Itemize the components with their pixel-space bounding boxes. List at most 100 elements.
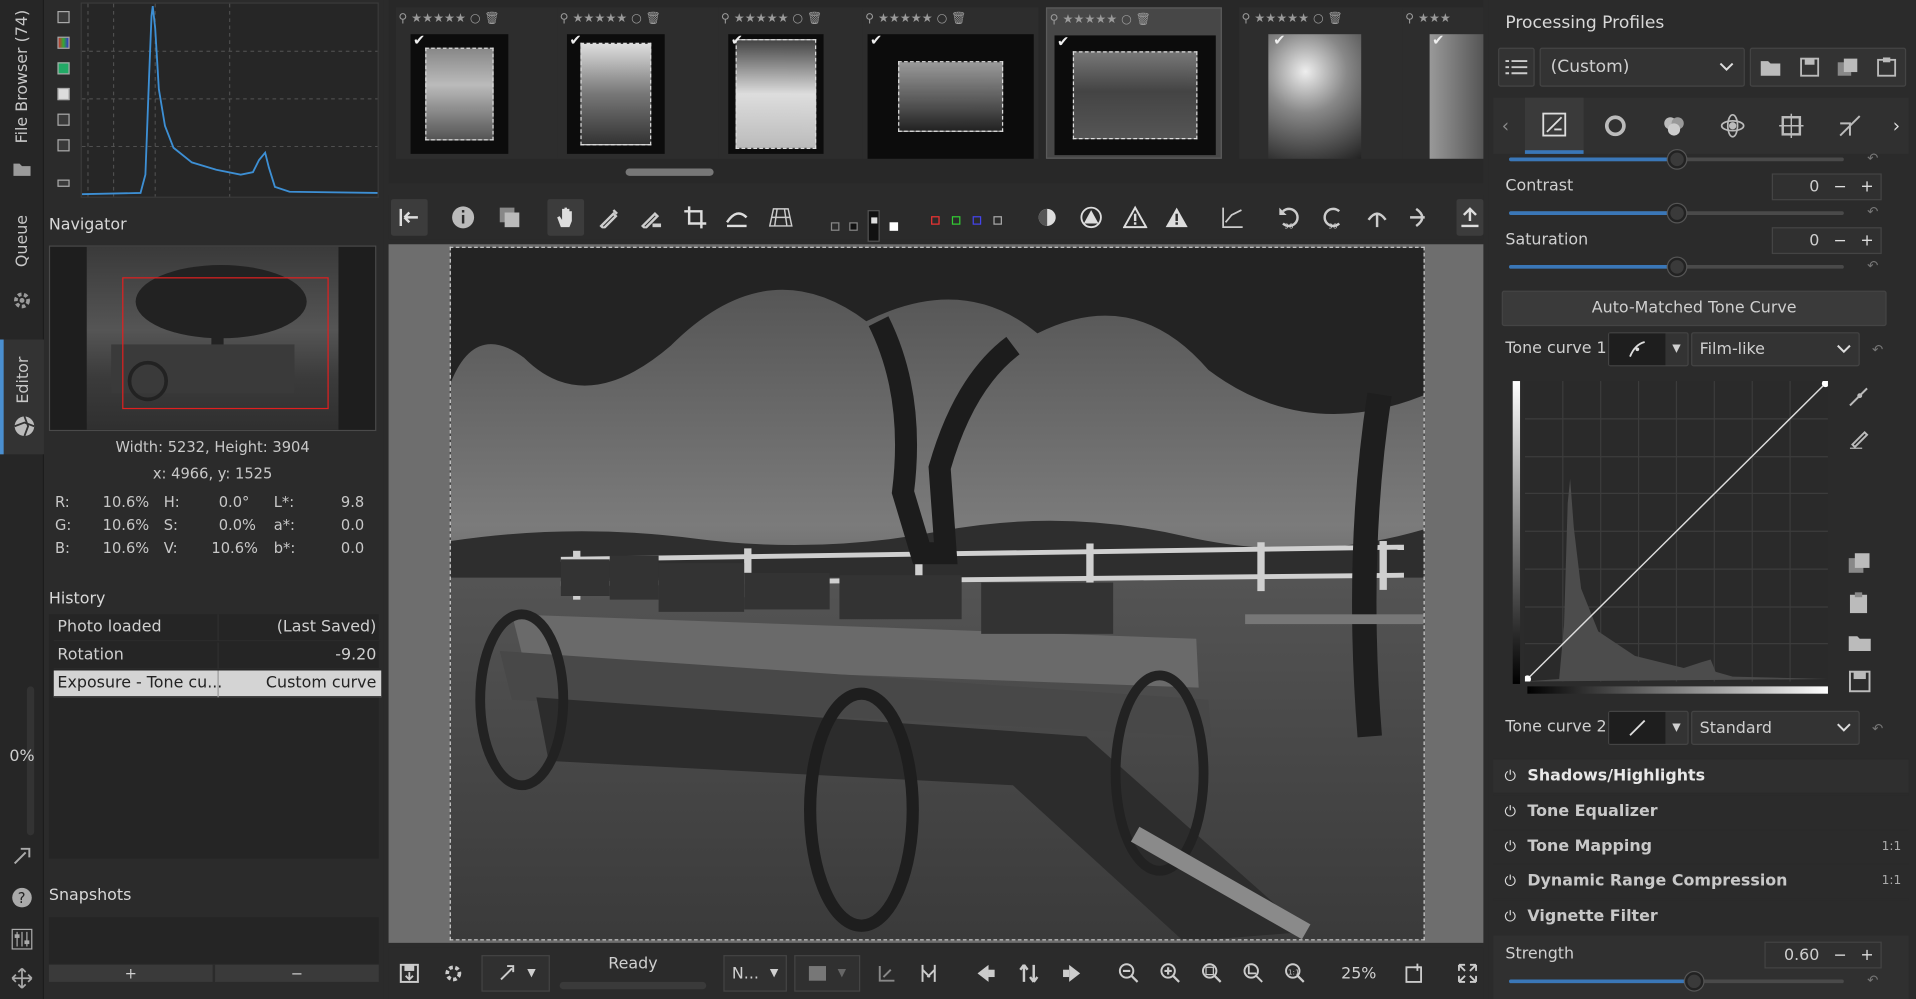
paste-profile-icon[interactable] bbox=[1876, 57, 1897, 77]
tab-advanced[interactable] bbox=[1703, 98, 1762, 154]
strength-decrement[interactable]: − bbox=[1827, 946, 1854, 964]
tabs-next-icon[interactable]: › bbox=[1884, 98, 1908, 154]
contrast-reset-icon[interactable]: ↶ bbox=[1867, 204, 1878, 220]
snapshot-add-button[interactable]: + bbox=[48, 964, 213, 982]
tool-tone-equalizer[interactable]: ⏻ Tone Equalizer bbox=[1493, 793, 1909, 828]
tone-curve-editor[interactable] bbox=[1524, 381, 1828, 682]
hide-right-panel-icon[interactable] bbox=[1456, 199, 1484, 236]
rating-stars[interactable]: ⚲ ★★★★★ ○ 🗑 bbox=[865, 10, 1036, 27]
snapshot-remove-button[interactable]: − bbox=[215, 964, 379, 982]
fullscreen-icon[interactable] bbox=[1452, 955, 1484, 992]
perspective-icon[interactable] bbox=[762, 199, 799, 236]
profile-select[interactable]: (Custom) bbox=[1539, 47, 1745, 87]
tool-dynamic-range-compression[interactable]: ⏻ Dynamic Range Compression 1:1 bbox=[1493, 863, 1909, 897]
reset-icon[interactable]: ↶ bbox=[1867, 150, 1878, 166]
sync-filmstrip-icon[interactable] bbox=[1012, 955, 1046, 992]
thumbnail[interactable]: ⚲ ★★★★★ ○ 🗑 ✔ bbox=[395, 7, 572, 159]
hand-icon[interactable] bbox=[547, 199, 585, 236]
saturation-spinbox[interactable]: 0− + bbox=[1771, 227, 1882, 255]
previous-image-icon[interactable] bbox=[968, 955, 1002, 992]
white-balance-picker-icon[interactable] bbox=[633, 199, 670, 236]
history-row[interactable]: Rotation -9.20 bbox=[53, 642, 382, 670]
external-editor-button[interactable]: ▼ bbox=[481, 955, 550, 992]
thumbnail[interactable]: ⚲ ★★★★★ ○ 🗑 ✔ bbox=[1239, 7, 1415, 159]
navigator-preview[interactable] bbox=[48, 245, 377, 432]
filter-select[interactable]: N... ▼ bbox=[723, 955, 787, 992]
rating-stars[interactable]: ⚲ ★★★ bbox=[1405, 10, 1481, 27]
navigator-viewport[interactable] bbox=[122, 277, 329, 410]
tab-transform[interactable] bbox=[1762, 98, 1821, 154]
help-icon[interactable]: ? bbox=[0, 882, 44, 914]
histogram-scale-toggle[interactable] bbox=[54, 173, 74, 193]
curve-paste-icon[interactable] bbox=[1848, 591, 1872, 615]
contrast-increment[interactable]: + bbox=[1854, 178, 1881, 196]
tone-curve-2-reset-icon[interactable]: ↶ bbox=[1872, 721, 1883, 737]
straighten-icon[interactable] bbox=[718, 199, 755, 236]
power-icon[interactable]: ⏻ bbox=[1493, 872, 1527, 890]
curve-picker-icon[interactable] bbox=[1848, 425, 1872, 449]
tab-editor[interactable]: Editor bbox=[0, 339, 44, 455]
new-window-icon[interactable] bbox=[0, 840, 44, 872]
sync-icon[interactable] bbox=[870, 955, 904, 992]
clipped-warning-icon[interactable] bbox=[1158, 199, 1195, 236]
strength-slider[interactable] bbox=[1509, 972, 1844, 991]
false-color-icon[interactable] bbox=[1073, 199, 1110, 236]
power-icon[interactable]: ⏻ bbox=[1493, 802, 1527, 820]
tabs-prev-icon[interactable]: ‹ bbox=[1493, 98, 1517, 154]
before-after-icon[interactable] bbox=[491, 199, 528, 236]
copy-profile-icon[interactable] bbox=[1837, 57, 1859, 77]
preview-canvas[interactable] bbox=[388, 244, 1484, 943]
channel-preview-selector[interactable] bbox=[931, 216, 1002, 225]
save-profile-icon[interactable] bbox=[1799, 57, 1820, 77]
contrast-decrement[interactable]: − bbox=[1827, 178, 1854, 196]
rotate-left-icon[interactable]: 90 bbox=[1271, 199, 1308, 236]
power-icon[interactable]: ⏻ bbox=[1493, 767, 1527, 785]
saturation-slider[interactable] bbox=[1509, 257, 1844, 277]
curve-save-icon[interactable] bbox=[1848, 669, 1872, 693]
flip-vertical-icon[interactable] bbox=[1400, 199, 1437, 236]
saturation-increment[interactable]: + bbox=[1854, 231, 1881, 249]
zoom-fit-icon[interactable] bbox=[1195, 955, 1229, 992]
folder-icon[interactable] bbox=[0, 151, 44, 185]
info-icon[interactable] bbox=[445, 199, 482, 236]
crop-icon[interactable] bbox=[677, 199, 714, 236]
hide-left-panel-icon[interactable] bbox=[391, 199, 428, 236]
tool-tone-mapping[interactable]: ⏻ Tone Mapping 1:1 bbox=[1493, 829, 1909, 863]
curve-copy-icon[interactable] bbox=[1848, 552, 1872, 576]
saturation-reset-icon[interactable]: ↶ bbox=[1867, 258, 1878, 274]
top-slider[interactable] bbox=[1509, 150, 1844, 169]
zoom-in-icon[interactable] bbox=[1153, 955, 1187, 992]
tone-curve-2-type-button[interactable]: ▼ bbox=[1608, 710, 1689, 745]
focus-mask-icon[interactable] bbox=[1029, 199, 1066, 236]
preferences-icon[interactable] bbox=[0, 923, 44, 955]
auto-matched-tone-curve-button[interactable]: Auto-Matched Tone Curve bbox=[1501, 290, 1887, 327]
histogram-bar-toggle[interactable] bbox=[54, 110, 74, 130]
zoom-out-icon[interactable] bbox=[1112, 955, 1146, 992]
flip-horizontal-icon[interactable] bbox=[1359, 199, 1396, 236]
histogram-raw-toggle[interactable] bbox=[54, 7, 74, 27]
rating-stars[interactable]: ⚲ ★★★★★ ○ 🗑 bbox=[1050, 11, 1219, 28]
tab-color[interactable] bbox=[1645, 98, 1704, 154]
strength-increment[interactable]: + bbox=[1854, 946, 1881, 964]
tone-curve-1-type-button[interactable]: ▼ bbox=[1608, 332, 1689, 367]
zoom-100-icon[interactable]: 1:1 bbox=[1278, 955, 1312, 992]
filmstrip-scrollbar[interactable] bbox=[625, 168, 714, 176]
histogram-chroma-toggle[interactable] bbox=[54, 59, 74, 79]
tone-curve-reset-icon[interactable]: ↶ bbox=[1872, 342, 1883, 358]
zoom-crop-icon[interactable] bbox=[1237, 955, 1271, 992]
rotate-right-icon[interactable]: 90 bbox=[1315, 199, 1352, 236]
gear-icon[interactable] bbox=[0, 283, 44, 317]
curve-edit-point-icon[interactable] bbox=[1848, 383, 1872, 407]
new-detail-window-icon[interactable] bbox=[1398, 955, 1432, 992]
tab-raw[interactable] bbox=[1821, 98, 1880, 154]
tab-file-browser[interactable]: File Browser (74) bbox=[0, 10, 44, 144]
tool-vignette-filter[interactable]: ⏻ Vignette Filter bbox=[1493, 898, 1909, 933]
histogram-luminance-toggle[interactable] bbox=[54, 84, 74, 104]
background-color-selector[interactable] bbox=[830, 210, 899, 242]
tool-shadows-highlights[interactable]: ⏻ Shadows/Highlights bbox=[1493, 758, 1909, 793]
compare-icon[interactable] bbox=[912, 955, 946, 992]
strength-spinbox[interactable]: 0.60− + bbox=[1764, 941, 1882, 969]
history-row[interactable]: Photo loaded (Last Saved) bbox=[53, 614, 382, 642]
histogram-mode-toggle[interactable] bbox=[54, 136, 74, 156]
queue-gear-icon[interactable] bbox=[437, 955, 469, 992]
